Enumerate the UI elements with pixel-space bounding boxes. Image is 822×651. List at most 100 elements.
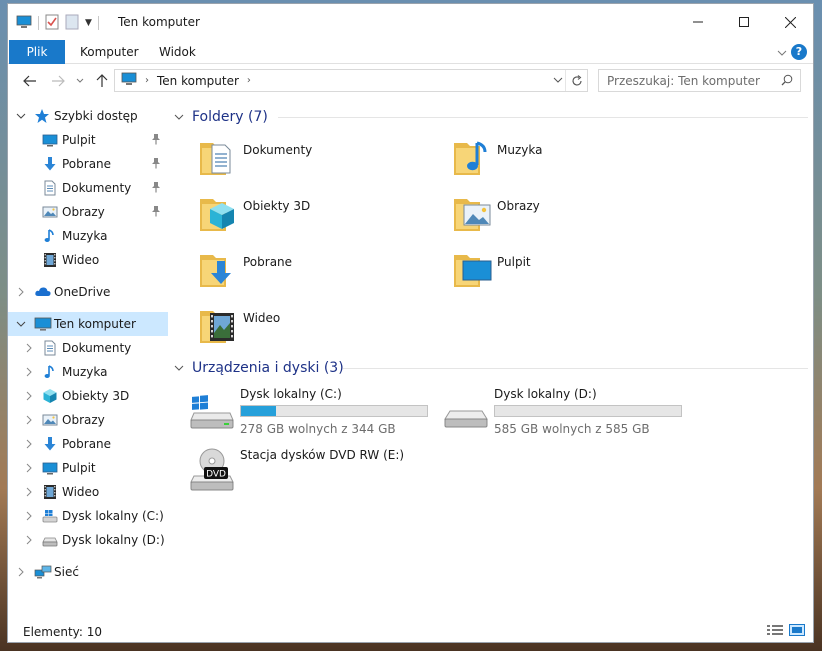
tab-file[interactable]: Plik — [9, 40, 65, 64]
chevron-right-icon[interactable] — [24, 535, 34, 545]
chevron-right-icon[interactable] — [24, 367, 34, 377]
video-icon — [42, 484, 58, 500]
folder-tile[interactable]: Obrazy — [450, 191, 700, 245]
help-button[interactable]: ? — [791, 44, 807, 60]
sidebar-item[interactable]: Pobrane — [8, 432, 168, 456]
sidebar-item[interactable]: Wideo — [8, 248, 168, 272]
properties-icon[interactable] — [45, 14, 59, 33]
back-button[interactable] — [20, 71, 40, 91]
sidebar-item[interactable]: Pulpit — [8, 128, 168, 152]
sidebar-item-label: Muzyka — [62, 365, 108, 379]
refresh-button[interactable] — [565, 70, 587, 91]
sidebar-item-label: Obiekty 3D — [62, 389, 130, 403]
sidebar-item[interactable]: Pulpit — [8, 456, 168, 480]
up-button[interactable] — [92, 71, 112, 91]
chevron-down-icon[interactable] — [174, 362, 184, 375]
search-input[interactable]: Przeszukaj: Ten komputer — [598, 69, 801, 92]
sidebar-item[interactable]: Ten komputer — [8, 312, 168, 336]
items-count: Elementy: 10 — [23, 624, 103, 639]
tiles-view-icon[interactable] — [789, 624, 805, 639]
window-title: Ten komputer — [118, 15, 200, 29]
tab-computer[interactable]: Komputer — [66, 40, 153, 64]
sidebar-item[interactable]: Sieć — [8, 560, 168, 584]
sidebar-item-label: Pulpit — [62, 133, 96, 147]
address-dropdown-icon[interactable] — [553, 73, 563, 90]
new-folder-icon[interactable] — [65, 14, 79, 33]
folder-tile[interactable]: Wideo — [196, 303, 446, 357]
sidebar-item[interactable]: Dysk lokalny (D:) — [8, 528, 168, 552]
drive-free-space: 585 GB wolnych z 585 GB — [494, 422, 650, 436]
maximize-button[interactable] — [721, 4, 767, 40]
forward-button[interactable] — [48, 71, 68, 91]
expand-ribbon-icon[interactable] — [777, 46, 787, 60]
sidebar-item[interactable]: Obiekty 3D — [8, 384, 168, 408]
chevron-down-icon[interactable] — [174, 111, 184, 124]
address-bar[interactable]: › Ten komputer › — [114, 69, 588, 92]
folder-label: Pulpit — [497, 255, 531, 269]
chevron-right-icon[interactable] — [24, 487, 34, 497]
folder-tile[interactable]: Pobrane — [196, 247, 446, 301]
folder-tile[interactable]: Dokumenty — [196, 135, 446, 189]
network-icon — [34, 564, 52, 580]
folder-tile[interactable]: Pulpit — [450, 247, 700, 301]
sidebar-item[interactable]: Dokumenty — [8, 336, 168, 360]
sidebar-item-label: Dokumenty — [62, 181, 132, 195]
search-icon[interactable] — [781, 74, 793, 89]
chevron-right-icon[interactable] — [24, 511, 34, 521]
folder-label: Obiekty 3D — [243, 199, 311, 213]
drive-tile[interactable]: Dysk lokalny (C:) 278 GB wolnych z 344 GB — [190, 387, 440, 447]
folder-label: Dokumenty — [243, 143, 313, 157]
sidebar-item[interactable]: Dysk lokalny (C:) — [8, 504, 168, 528]
download-icon — [42, 156, 58, 172]
sidebar-item-label: Szybki dostęp — [54, 109, 138, 123]
computer-icon — [34, 316, 52, 332]
chevron-right-icon[interactable] — [24, 391, 34, 401]
folders-group-header[interactable]: Foldery (7) — [174, 107, 268, 127]
folder-tile[interactable]: Muzyka — [450, 135, 700, 189]
sidebar-item-label: Muzyka — [62, 229, 108, 243]
sidebar-item[interactable]: Szybki dostęp — [8, 104, 168, 128]
download-icon — [42, 436, 58, 452]
sidebar-item-label: Dysk lokalny (C:) — [62, 509, 164, 523]
chevron-down-icon[interactable] — [16, 111, 26, 121]
chevron-right-icon[interactable]: › — [145, 75, 149, 86]
cube-icon — [42, 388, 58, 404]
computer-icon[interactable] — [16, 15, 32, 32]
sidebar-item[interactable]: Dokumenty — [8, 176, 168, 200]
chevron-down-icon[interactable] — [16, 319, 26, 329]
dvd-drive-icon: DVD — [190, 448, 234, 495]
minimize-button[interactable] — [675, 4, 721, 40]
drive-tile[interactable]: DVD Stacja dysków DVD RW (E:) — [190, 448, 440, 508]
chevron-right-icon[interactable] — [16, 567, 26, 577]
sidebar-item[interactable]: Muzyka — [8, 224, 168, 248]
chevron-right-icon[interactable] — [24, 415, 34, 425]
sidebar-item[interactable]: Obrazy — [8, 408, 168, 432]
chevron-right-icon[interactable] — [16, 287, 26, 297]
sidebar-item[interactable]: Obrazy — [8, 200, 168, 224]
music-icon — [42, 364, 58, 380]
chevron-right-icon[interactable] — [24, 343, 34, 353]
tab-view[interactable]: Widok — [145, 40, 210, 64]
devices-group-header[interactable]: Urządzenia i dyski (3) — [174, 358, 344, 378]
folder-tile[interactable]: Obiekty 3D — [196, 191, 446, 245]
recent-locations-icon[interactable] — [70, 71, 90, 91]
sidebar-item[interactable]: Muzyka — [8, 360, 168, 384]
details-view-icon[interactable] — [767, 624, 783, 639]
drive-usage-bar — [494, 405, 682, 417]
drive-tile[interactable]: Dysk lokalny (D:) 585 GB wolnych z 585 GB — [444, 387, 694, 447]
chevron-right-icon[interactable]: › — [247, 75, 251, 86]
close-button[interactable] — [767, 4, 813, 40]
chevron-right-icon[interactable] — [24, 439, 34, 449]
computer-icon — [121, 72, 137, 89]
sidebar-item-label: Pobrane — [62, 157, 112, 171]
windows-drive-icon — [42, 508, 58, 524]
breadcrumb-this-pc[interactable]: Ten komputer — [157, 74, 239, 88]
sidebar-item[interactable]: Pobrane — [8, 152, 168, 176]
sidebar-item[interactable]: Wideo — [8, 480, 168, 504]
chevron-right-icon[interactable] — [24, 463, 34, 473]
folder-desktop-icon — [452, 247, 494, 292]
customize-toolbar-icon[interactable]: ▼ — [85, 18, 92, 28]
star-icon — [34, 108, 50, 124]
sidebar-item[interactable]: OneDrive — [8, 280, 168, 304]
drive-free-space: 278 GB wolnych z 344 GB — [240, 422, 396, 436]
